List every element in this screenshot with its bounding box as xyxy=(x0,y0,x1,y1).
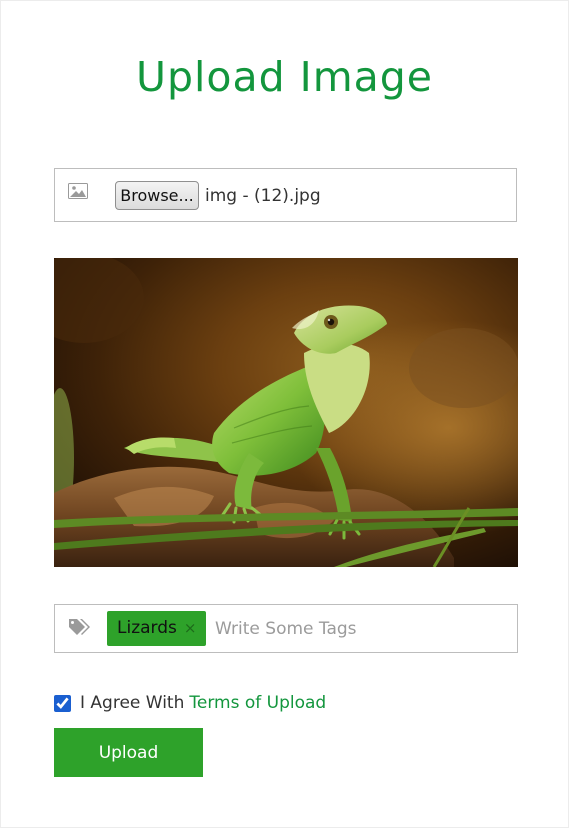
agree-row: I Agree With Terms of Upload xyxy=(54,691,326,715)
upload-card: Upload Image Browse... img - (12).jpg Li… xyxy=(0,0,569,828)
upload-button[interactable]: Upload xyxy=(54,728,203,777)
selected-file-name: img - (12).jpg xyxy=(205,186,321,206)
tag-chip: Lizards × xyxy=(107,611,207,646)
image-preview xyxy=(54,258,518,567)
tags-input-field[interactable]: Lizards × xyxy=(54,604,518,653)
image-icon xyxy=(68,183,88,199)
page-title: Upload Image xyxy=(135,53,434,101)
agree-checkbox[interactable] xyxy=(54,694,71,712)
tag-label: Lizards xyxy=(117,618,177,638)
tags-text-input[interactable] xyxy=(215,617,505,641)
terms-of-upload-link[interactable]: Terms of Upload xyxy=(189,693,326,713)
browse-button[interactable]: Browse... xyxy=(115,181,199,210)
tags-icon xyxy=(68,618,90,637)
lizard-photo xyxy=(54,258,518,567)
tag-remove-icon[interactable]: × xyxy=(184,611,197,646)
file-input-field[interactable]: Browse... img - (12).jpg xyxy=(54,168,517,222)
agree-text: I Agree With xyxy=(80,693,185,713)
